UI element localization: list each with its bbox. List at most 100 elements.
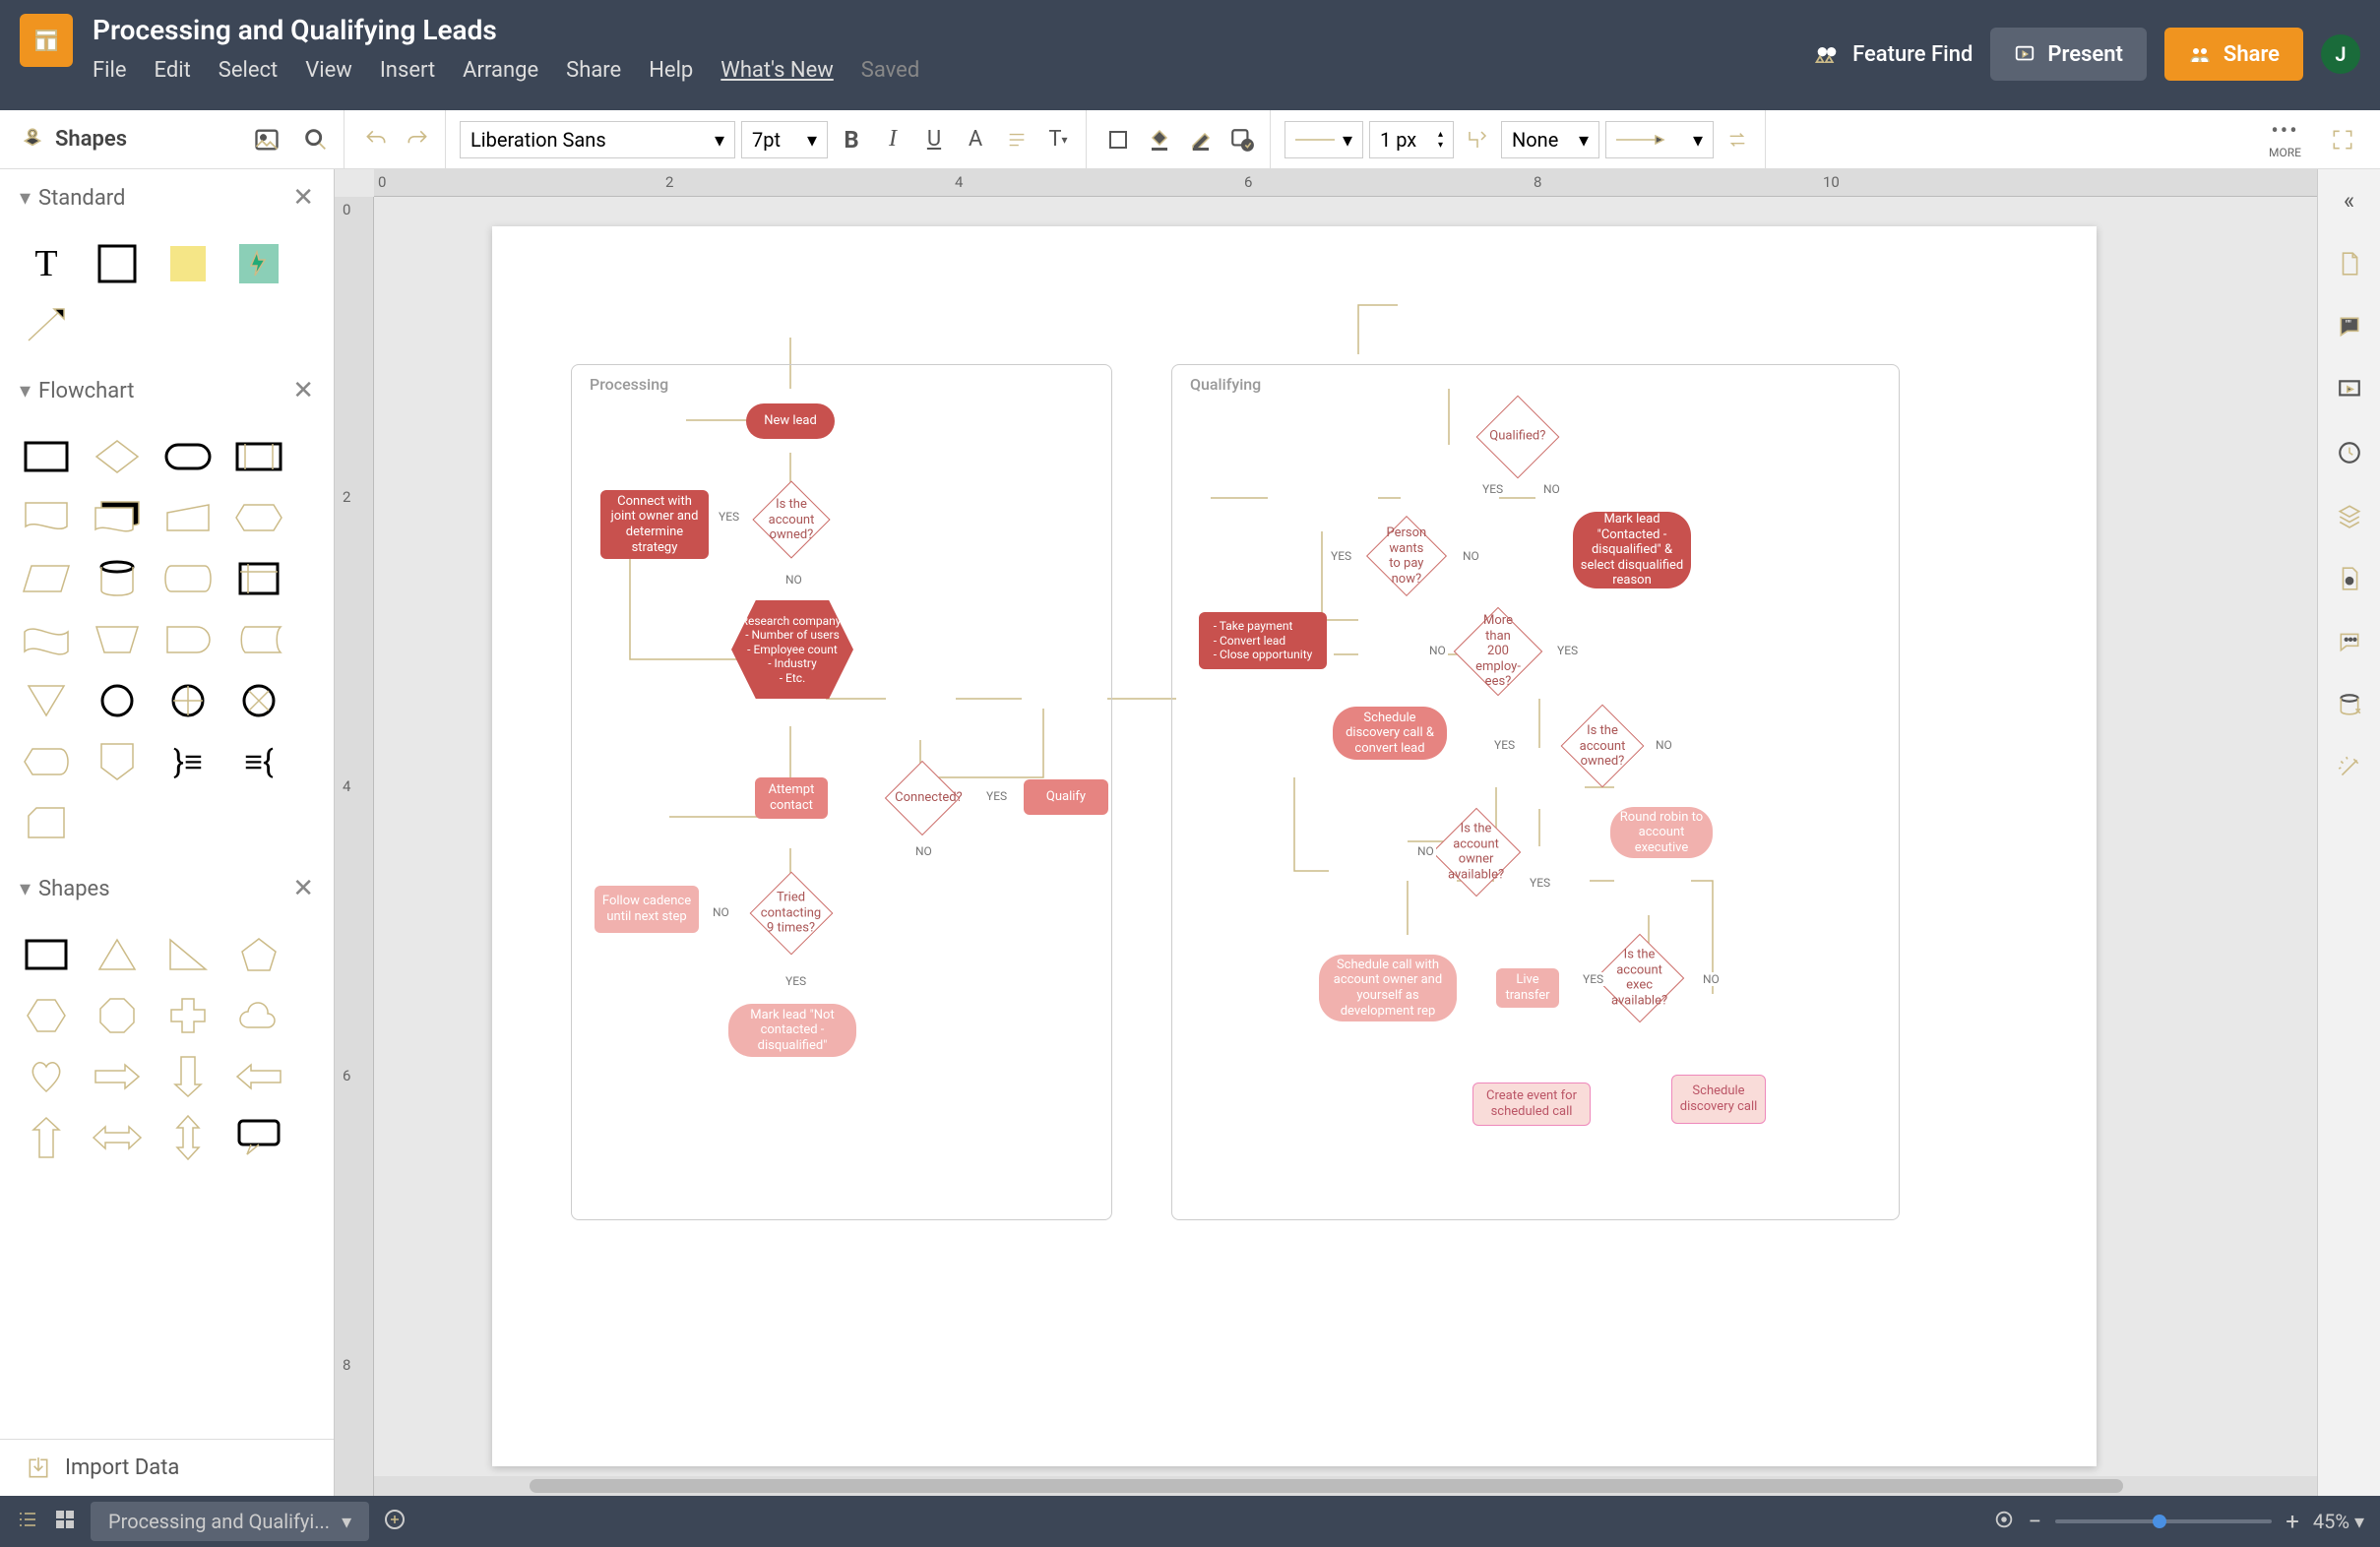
document-title[interactable]: Processing and Qualifying Leads: [93, 14, 1813, 46]
app-logo[interactable]: [20, 14, 73, 67]
fc-braceend[interactable]: }≡: [161, 740, 215, 783]
node-not-contacted[interactable]: Mark lead "Not contacted - disqualified": [728, 1004, 856, 1057]
close-icon[interactable]: ✕: [292, 376, 314, 405]
node-new-lead[interactable]: New lead: [746, 403, 835, 439]
fc-or[interactable]: [161, 679, 215, 722]
fc-manualop[interactable]: [91, 618, 144, 661]
history-icon[interactable]: [2332, 435, 2367, 470]
undo-button[interactable]: [358, 122, 394, 157]
line-width-select[interactable]: 1 px▴▾: [1369, 121, 1454, 158]
page-icon[interactable]: [2332, 246, 2367, 281]
block-shape[interactable]: [91, 242, 144, 285]
align-button[interactable]: [999, 122, 1034, 157]
chat-icon[interactable]: [2332, 624, 2367, 659]
menu-file[interactable]: File: [93, 58, 127, 83]
import-data-button[interactable]: Import Data: [0, 1439, 334, 1496]
sidebar-section-shapes[interactable]: ▾Shapes ✕: [20, 874, 314, 903]
sh-lrarrow[interactable]: [91, 1116, 144, 1159]
user-avatar[interactable]: J: [2321, 34, 2360, 74]
sh-pentagon[interactable]: [232, 933, 285, 976]
sh-uarrow[interactable]: [20, 1116, 73, 1159]
line-style-select[interactable]: ▾: [1284, 121, 1363, 158]
fc-data[interactable]: [20, 557, 73, 600]
share-button[interactable]: Share: [2164, 28, 2303, 81]
comment-icon[interactable]: "": [2332, 309, 2367, 344]
fc-multidoc[interactable]: [91, 496, 144, 539]
close-icon[interactable]: ✕: [292, 183, 314, 213]
fc-papertape[interactable]: [20, 618, 73, 661]
fc-manualinput[interactable]: [161, 496, 215, 539]
sh-rect[interactable]: [20, 933, 73, 976]
fc-directdata[interactable]: [161, 557, 215, 600]
present-button[interactable]: Present: [1990, 28, 2147, 81]
node-qualify[interactable]: Qualify: [1024, 779, 1108, 815]
fc-bracestart[interactable]: ≡{: [232, 740, 285, 783]
arrow-shape[interactable]: [20, 303, 73, 346]
sh-larrow[interactable]: [232, 1055, 285, 1098]
theme-icon[interactable]: [2332, 561, 2367, 596]
sh-rarrow[interactable]: [91, 1055, 144, 1098]
node-live-transfer[interactable]: Live transfer: [1496, 968, 1559, 1008]
sh-heart[interactable]: [20, 1055, 73, 1098]
fullscreen-button[interactable]: [2325, 122, 2360, 157]
line-routing-button[interactable]: [1460, 122, 1495, 157]
text-shape[interactable]: T: [20, 242, 73, 285]
layers-icon[interactable]: [2332, 498, 2367, 533]
fc-internalstorage[interactable]: [232, 557, 285, 600]
fc-offpage[interactable]: [91, 740, 144, 783]
menu-arrange[interactable]: Arrange: [463, 58, 538, 83]
underline-button[interactable]: U: [916, 122, 952, 157]
fc-card[interactable]: [20, 801, 73, 844]
magic-icon[interactable]: [2332, 750, 2367, 785]
zoom-in-button[interactable]: +: [2286, 1508, 2299, 1535]
sh-hexagon[interactable]: [20, 994, 73, 1037]
fc-storeddata[interactable]: [232, 618, 285, 661]
arrow-end-select[interactable]: ▾: [1605, 121, 1714, 158]
present-icon[interactable]: [2332, 372, 2367, 407]
fc-preparation[interactable]: [232, 496, 285, 539]
list-view-icon[interactable]: [16, 1508, 39, 1535]
node-research[interactable]: Research company: - Number of users - Em…: [731, 600, 853, 699]
arrow-start-select[interactable]: None▾: [1501, 121, 1599, 158]
sh-octagon[interactable]: [91, 994, 144, 1037]
node-sched-disc2[interactable]: Schedule discovery call: [1671, 1075, 1766, 1124]
sh-cross[interactable]: [161, 994, 215, 1037]
sidebar-section-standard[interactable]: ▾Standard ✕: [20, 183, 314, 213]
menu-share[interactable]: Share: [566, 58, 621, 83]
menu-edit[interactable]: Edit: [155, 58, 191, 83]
fc-display[interactable]: [20, 740, 73, 783]
fc-terminator[interactable]: [161, 435, 215, 478]
more-button[interactable]: ••• MORE: [2269, 119, 2301, 159]
grid-view-icon[interactable]: [53, 1508, 77, 1535]
horizontal-scrollbar[interactable]: [374, 1476, 2317, 1496]
node-cadence[interactable]: Follow cadence until next step: [595, 886, 699, 933]
data-icon[interactable]: [2332, 687, 2367, 722]
node-take-payment[interactable]: - Take payment - Convert lead - Close op…: [1199, 612, 1327, 669]
fc-decision[interactable]: [91, 435, 144, 478]
node-connect-owner[interactable]: Connect with joint owner and determine s…: [600, 490, 709, 559]
sh-udarrow[interactable]: [161, 1116, 215, 1159]
search-icon[interactable]: [298, 122, 334, 157]
fill-color-button[interactable]: [1142, 122, 1177, 157]
sidebar-section-flowchart[interactable]: ▾Flowchart ✕: [20, 376, 314, 405]
fc-predef[interactable]: [232, 435, 285, 478]
node-create-event[interactable]: Create event for scheduled call: [1472, 1083, 1591, 1126]
fill-shape-button[interactable]: [1100, 122, 1136, 157]
note-shape[interactable]: [161, 242, 215, 285]
shapes-toggle[interactable]: Shapes: [20, 127, 127, 153]
canvas[interactable]: Processing Qualifying New lead Is the ac…: [374, 197, 2317, 1496]
zoom-out-button[interactable]: −: [2029, 1508, 2042, 1535]
fc-connector[interactable]: [91, 679, 144, 722]
swap-arrows-button[interactable]: [1720, 122, 1755, 157]
page-tab[interactable]: Processing and Qualifyi...▾: [91, 1502, 369, 1541]
feature-find-button[interactable]: Feature Find: [1813, 40, 1973, 68]
sh-triangle[interactable]: [91, 933, 144, 976]
shape-style-button[interactable]: [1224, 122, 1260, 157]
menu-whatsnew[interactable]: What's New: [720, 58, 834, 83]
fc-database[interactable]: [91, 557, 144, 600]
target-icon[interactable]: [1993, 1509, 2015, 1534]
add-page-button[interactable]: [383, 1508, 407, 1535]
sh-cloud[interactable]: [232, 994, 285, 1037]
menu-view[interactable]: View: [305, 58, 352, 83]
menu-select[interactable]: Select: [219, 58, 278, 83]
